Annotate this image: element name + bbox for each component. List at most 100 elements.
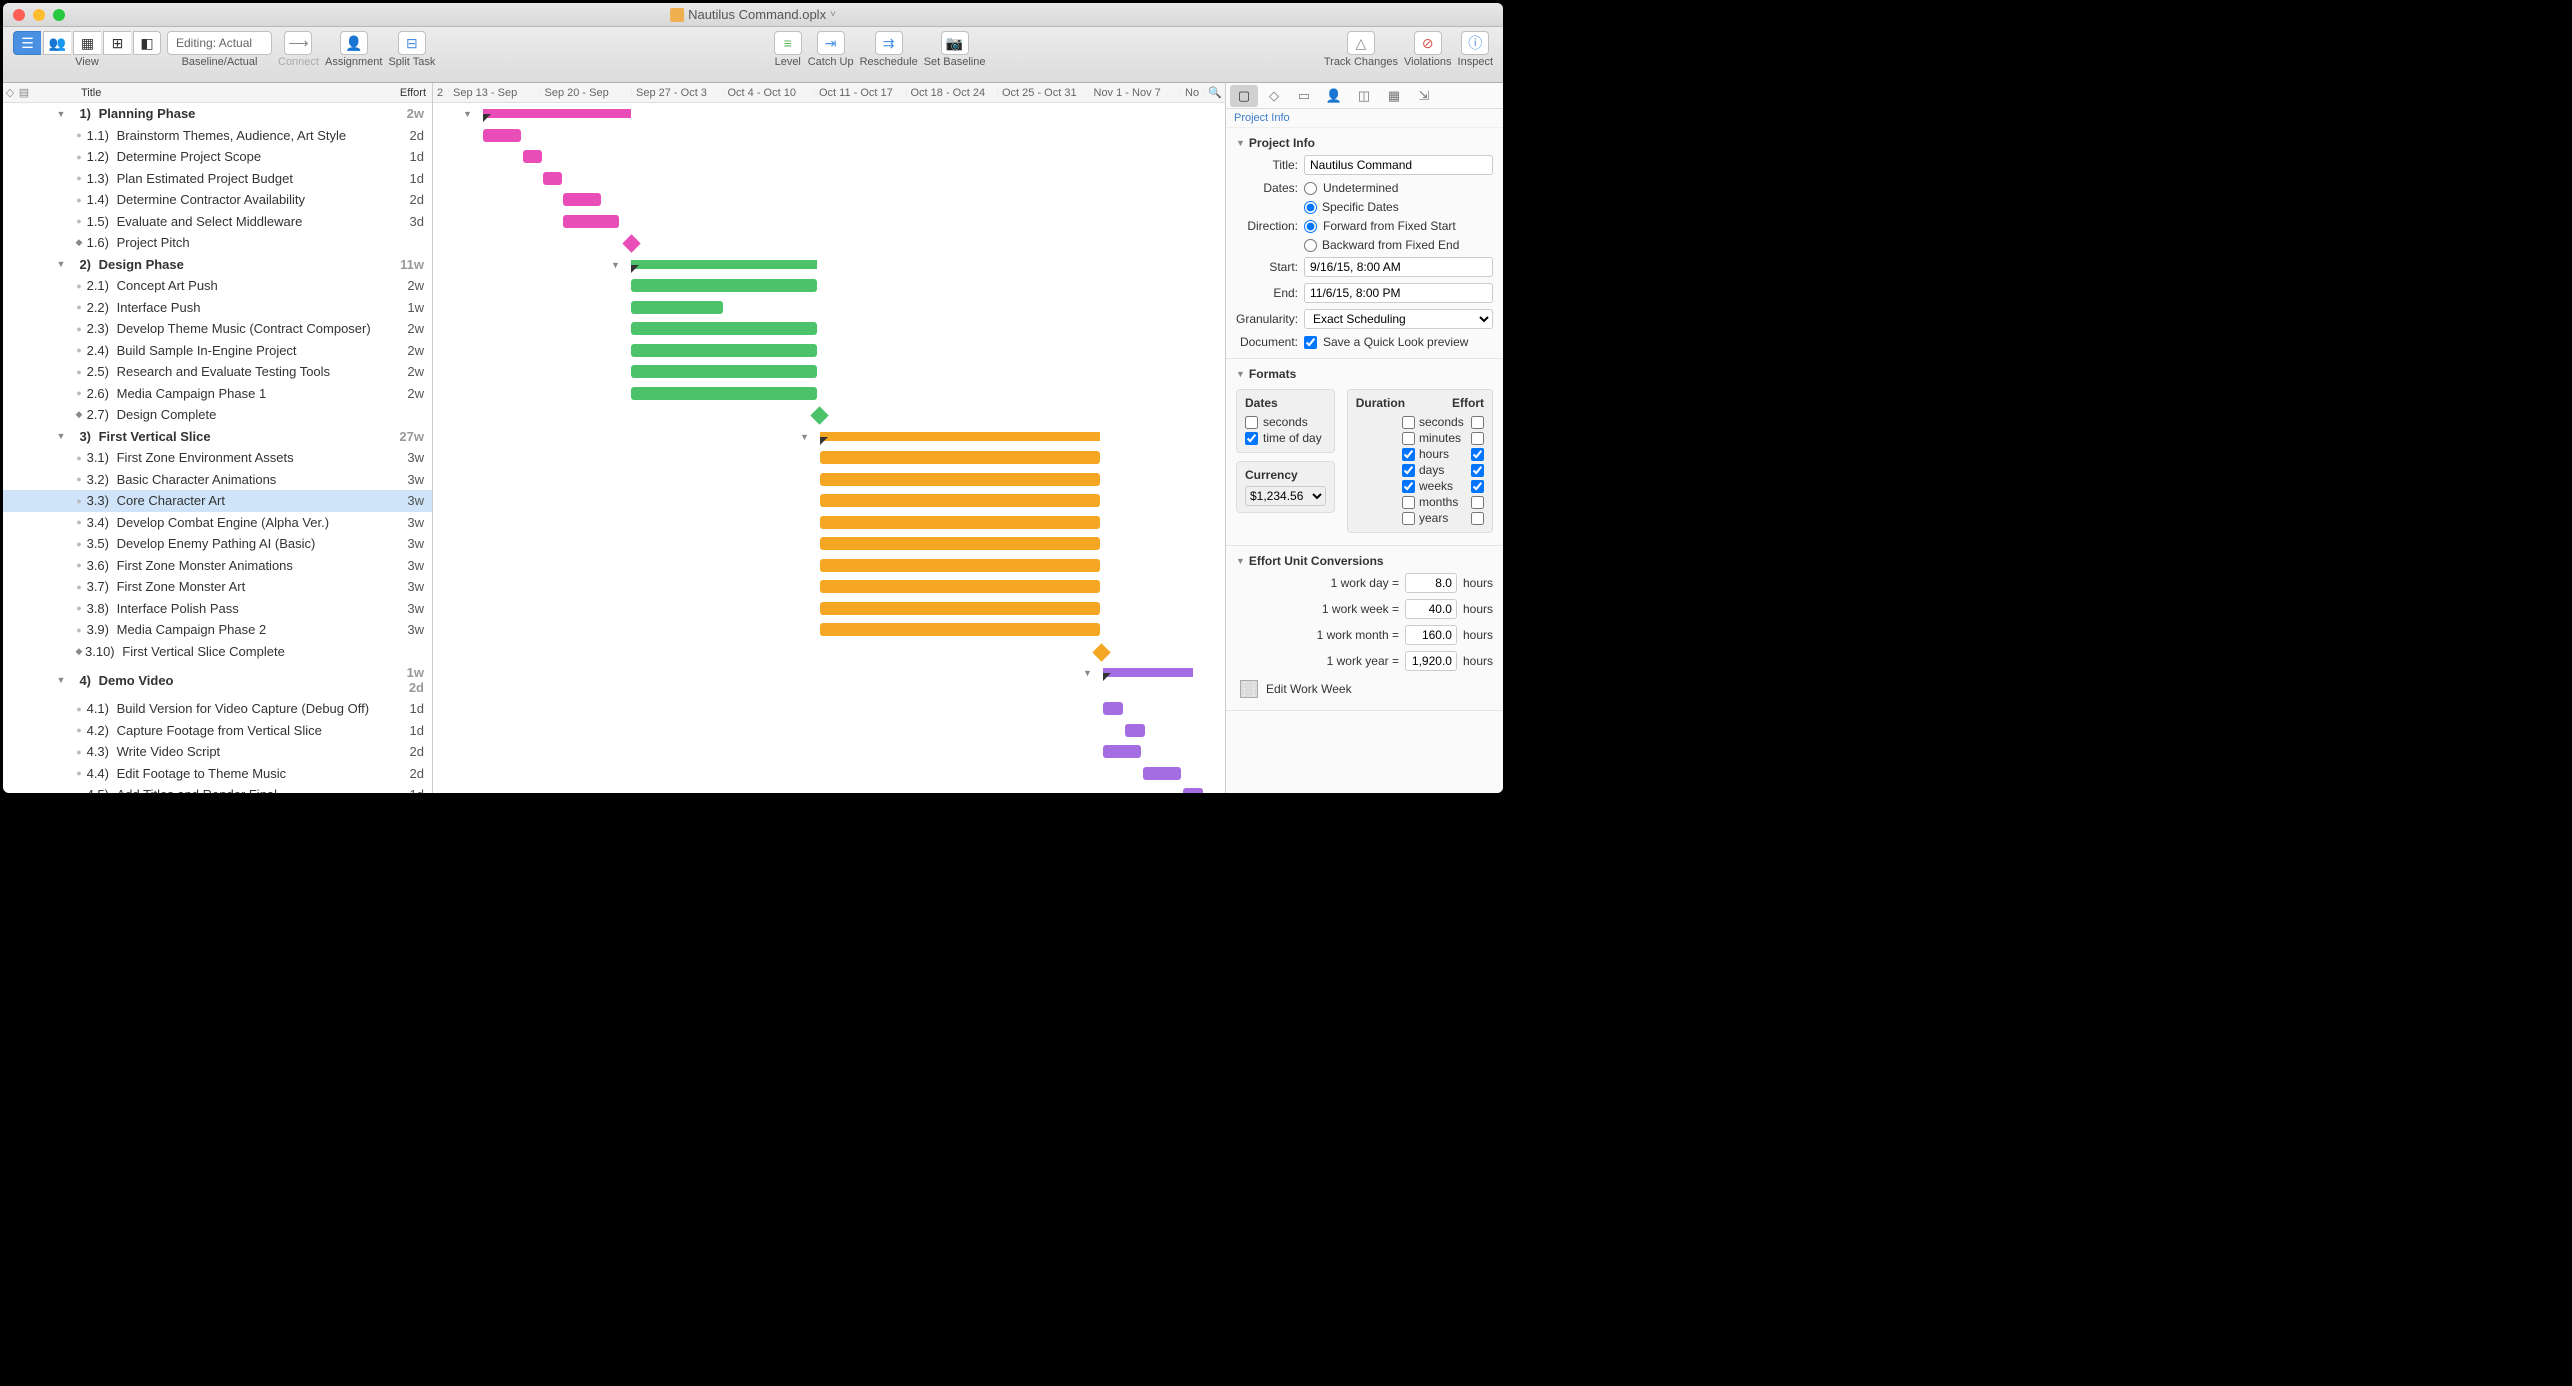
attach-column-icon[interactable]: ◇	[3, 86, 17, 99]
gantt-bar[interactable]	[820, 559, 1100, 572]
insp-tab-export[interactable]: ⇲	[1410, 85, 1438, 107]
direction-forward-radio[interactable]	[1304, 220, 1317, 233]
section-conversions[interactable]: Effort Unit Conversions	[1249, 554, 1384, 568]
gantt-bar[interactable]	[563, 215, 619, 228]
conv-week-input[interactable]	[1405, 599, 1457, 619]
task-row[interactable]: ●2.1) Concept Art Push2w	[3, 275, 432, 297]
gantt-bar[interactable]	[1143, 767, 1181, 780]
task-row[interactable]: ●1.4) Determine Contractor Availability2…	[3, 189, 432, 211]
direction-backward-radio[interactable]	[1304, 239, 1317, 252]
gantt-bar[interactable]	[820, 623, 1100, 636]
section-project-info[interactable]: Project Info	[1249, 136, 1315, 150]
document-title[interactable]: Nautilus Command.oplx ˅	[670, 7, 836, 22]
task-row[interactable]: ●3.1) First Zone Environment Assets3w	[3, 447, 432, 469]
dates-timeofday-checkbox[interactable]	[1245, 432, 1258, 445]
gantt-bar[interactable]	[1103, 668, 1193, 677]
search-icon[interactable]: 🔍	[1205, 86, 1225, 99]
task-row[interactable]: ▼4) Demo Video1w2d	[3, 662, 432, 698]
eff-hours-checkbox[interactable]	[1471, 448, 1484, 461]
eff-minutes-checkbox[interactable]	[1471, 432, 1484, 445]
task-row[interactable]: ●2.2) Interface Push1w	[3, 297, 432, 319]
task-row[interactable]: ●4.4) Edit Footage to Theme Music2d	[3, 763, 432, 785]
set-baseline-button[interactable]: 📷	[941, 31, 969, 55]
gantt-bar[interactable]	[810, 406, 828, 424]
conv-month-input[interactable]	[1405, 625, 1457, 645]
view-styles-button[interactable]: ◧	[133, 31, 161, 55]
gantt-bar[interactable]	[631, 301, 723, 314]
task-row[interactable]: ▼1) Planning Phase2w	[3, 103, 432, 125]
gantt-bar[interactable]	[631, 344, 817, 357]
task-row[interactable]: ●3.5) Develop Enemy Pathing AI (Basic)3w	[3, 533, 432, 555]
zoom-icon[interactable]	[53, 9, 65, 21]
view-gantt-button[interactable]: ☰	[13, 31, 41, 55]
task-row[interactable]: ●2.6) Media Campaign Phase 12w	[3, 383, 432, 405]
project-title-input[interactable]	[1304, 155, 1493, 175]
effort-column-header[interactable]: Effort	[387, 87, 432, 99]
section-formats[interactable]: Formats	[1249, 367, 1296, 381]
dates-specific-radio[interactable]	[1304, 201, 1317, 214]
insp-tab-resource[interactable]: 👤	[1320, 85, 1348, 107]
dur-minutes-checkbox[interactable]	[1402, 432, 1415, 445]
task-row[interactable]: ●1.1) Brainstorm Themes, Audience, Art S…	[3, 125, 432, 147]
dur-hours-checkbox[interactable]	[1402, 448, 1415, 461]
gantt-bar[interactable]	[1103, 745, 1141, 758]
catchup-button[interactable]: ⇥	[817, 31, 845, 55]
view-network-button[interactable]: ⊞	[103, 31, 131, 55]
insp-tab-styles[interactable]: ◫	[1350, 85, 1378, 107]
eff-weeks-checkbox[interactable]	[1471, 480, 1484, 493]
task-row[interactable]: ●1.2) Determine Project Scope1d	[3, 146, 432, 168]
gantt-body[interactable]: ▼▼▼▼	[433, 103, 1225, 793]
task-row[interactable]: ●3.9) Media Campaign Phase 23w	[3, 619, 432, 641]
level-button[interactable]: ≡	[774, 31, 802, 55]
gantt-bar[interactable]	[820, 473, 1100, 486]
gantt-bar[interactable]	[1125, 724, 1145, 737]
dur-seconds-checkbox[interactable]	[1402, 416, 1415, 429]
gantt-bar[interactable]	[622, 234, 640, 252]
task-row[interactable]: ●2.5) Research and Evaluate Testing Tool…	[3, 361, 432, 383]
insp-tab-custom[interactable]: ▦	[1380, 85, 1408, 107]
minimize-icon[interactable]	[33, 9, 45, 21]
track-changes-button[interactable]: △	[1347, 31, 1375, 55]
dates-undetermined-radio[interactable]	[1304, 182, 1317, 195]
task-row[interactable]: ●4.3) Write Video Script2d	[3, 741, 432, 763]
note-column-icon[interactable]: ▤	[17, 86, 31, 99]
gantt-bar[interactable]	[631, 365, 817, 378]
task-row[interactable]: ●4.5) Add Titles and Render Final1d	[3, 784, 432, 793]
gantt-bar[interactable]	[820, 451, 1100, 464]
dur-months-checkbox[interactable]	[1402, 496, 1415, 509]
task-row[interactable]: ●3.7) First Zone Monster Art3w	[3, 576, 432, 598]
edit-workweek-button[interactable]: Edit Work Week	[1266, 682, 1352, 696]
task-row[interactable]: ●3.2) Basic Character Animations3w	[3, 469, 432, 491]
task-row[interactable]: ●1.5) Evaluate and Select Middleware3d	[3, 211, 432, 233]
insp-tab-task[interactable]: ▭	[1290, 85, 1318, 107]
gantt-bar[interactable]	[563, 193, 601, 206]
gantt-bar[interactable]	[820, 580, 1100, 593]
reschedule-button[interactable]: ⇉	[875, 31, 903, 55]
view-resources-button[interactable]: 👥	[43, 31, 71, 55]
baseline-select[interactable]: Editing: Actual	[167, 31, 272, 55]
insp-tab-project[interactable]: ▢	[1230, 85, 1258, 107]
gantt-bar[interactable]	[820, 516, 1100, 529]
task-row[interactable]: ◆1.6) Project Pitch	[3, 232, 432, 254]
task-row[interactable]: ●2.4) Build Sample In-Engine Project2w	[3, 340, 432, 362]
gantt-bar[interactable]	[483, 129, 521, 142]
gantt-bar[interactable]	[820, 494, 1100, 507]
connect-button[interactable]: ⟶	[284, 31, 312, 55]
task-row[interactable]: ◆3.10) First Vertical Slice Complete	[3, 641, 432, 663]
task-row[interactable]: ●3.6) First Zone Monster Animations3w	[3, 555, 432, 577]
assignment-button[interactable]: 👤	[340, 31, 368, 55]
dur-days-checkbox[interactable]	[1402, 464, 1415, 477]
dates-seconds-checkbox[interactable]	[1245, 416, 1258, 429]
gantt-bar[interactable]	[631, 260, 817, 269]
gantt-bar[interactable]	[1103, 702, 1123, 715]
eff-years-checkbox[interactable]	[1471, 512, 1484, 525]
task-row[interactable]: ▼2) Design Phase11w	[3, 254, 432, 276]
conv-day-input[interactable]	[1405, 573, 1457, 593]
task-row[interactable]: ●1.3) Plan Estimated Project Budget1d	[3, 168, 432, 190]
gantt-bar[interactable]	[820, 432, 1100, 441]
dur-years-checkbox[interactable]	[1402, 512, 1415, 525]
insp-tab-milestone[interactable]: ◇	[1260, 85, 1288, 107]
eff-months-checkbox[interactable]	[1471, 496, 1484, 509]
quicklook-checkbox[interactable]	[1304, 336, 1317, 349]
eff-seconds-checkbox[interactable]	[1471, 416, 1484, 429]
